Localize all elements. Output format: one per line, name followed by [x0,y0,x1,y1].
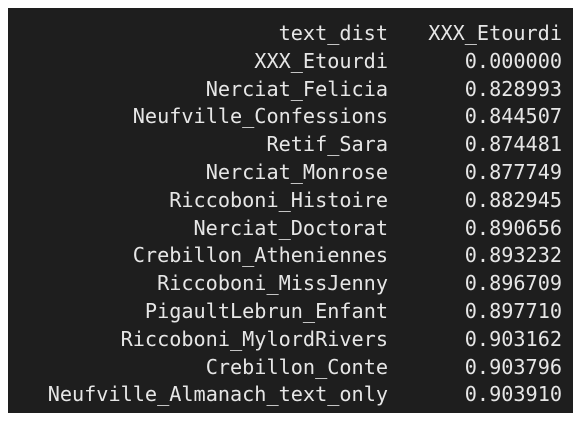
row-label: Riccoboni_MylordRivers [120,326,388,351]
row-label: Neufville_Confessions [132,104,388,129]
table-row: PigaultLebrun_Enfant 0.897710 [8,298,573,326]
table-row: XXX_Etourdi 0.000000 [8,48,573,76]
table-row: Nerciat_Doctorat 0.890656 [8,215,573,243]
row-label: Retif_Sara [266,132,388,157]
row-value: 0.874481 [464,132,562,157]
table-row: Crebillon_Atheniennes 0.893232 [8,242,573,270]
row-label: Nerciat_Doctorat [193,215,388,240]
row-label: Nerciat_Monrose [205,159,388,184]
table-row: Neufville_Confessions 0.844507 [8,103,573,131]
table-row: Nerciat_Monrose 0.877749 [8,159,573,187]
row-value: 0.903910 [464,382,562,407]
row-value: 0.844507 [464,104,562,129]
row-value: 0.000000 [464,48,562,73]
row-value: 0.877749 [464,159,562,184]
row-value: 0.903162 [464,326,562,351]
table-row: Neufville_Almanach_text_only 0.903910 [8,381,573,409]
row-value: 0.890656 [464,215,562,240]
table-row: Riccoboni_Histoire 0.882945 [8,187,573,215]
row-label: Nerciat_Felicia [205,76,388,101]
row-value: 0.882945 [464,187,562,212]
table-row: Crebillon_Conte 0.903796 [8,354,573,382]
row-label: XXX_Etourdi [254,48,388,73]
table-row: Riccoboni_MylordRivers 0.903162 [8,326,573,354]
row-label: Crebillon_Atheniennes [132,243,388,268]
output-panel: text_dist XXX_Etourdi XXX_Etourdi 0.0000… [8,8,573,413]
row-label: Neufville_Almanach_text_only [47,382,388,407]
row-value: 0.828993 [464,76,562,101]
index-header: text_dist [278,21,388,45]
distance-table: text_dist XXX_Etourdi XXX_Etourdi 0.0000… [8,20,573,409]
row-value: 0.903796 [464,354,562,379]
column-header: XXX_Etourdi [428,21,562,45]
table-row: Retif_Sara 0.874481 [8,131,573,159]
row-value: 0.896709 [464,271,562,296]
table-row: Nerciat_Felicia 0.828993 [8,76,573,104]
row-label: Crebillon_Conte [205,354,388,379]
row-label: PigaultLebrun_Enfant [144,298,388,323]
row-value: 0.893232 [464,243,562,268]
row-value: 0.897710 [464,298,562,323]
row-label: Riccoboni_MissJenny [157,271,388,296]
header-row: text_dist XXX_Etourdi [8,20,573,48]
row-label: Riccoboni_Histoire [169,187,388,212]
table-row: Riccoboni_MissJenny 0.896709 [8,270,573,298]
